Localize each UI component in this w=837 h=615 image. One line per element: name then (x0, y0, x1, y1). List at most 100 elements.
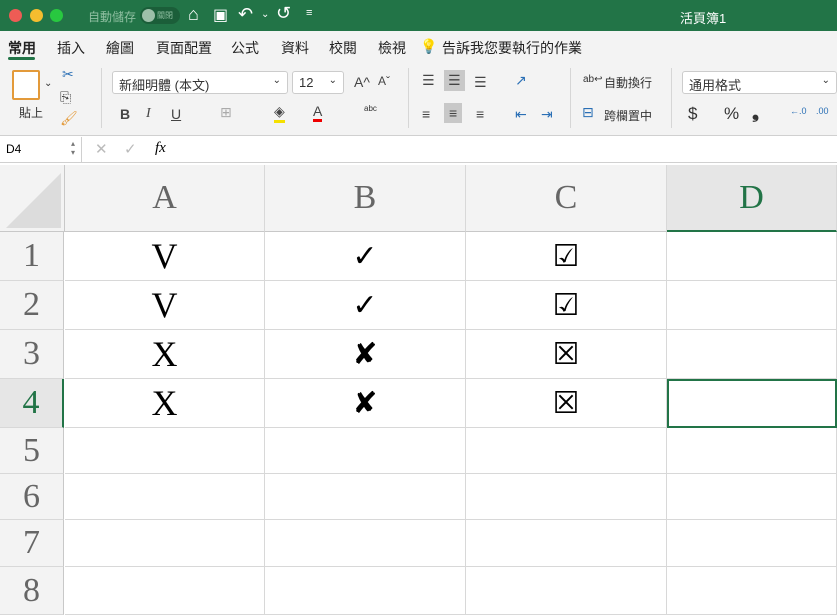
cell-a5[interactable] (65, 428, 265, 474)
copy-icon[interactable]: ⎘ (60, 89, 71, 106)
save-icon[interactable]: ▣ (213, 5, 228, 25)
tab-view[interactable]: 檢視 (378, 38, 406, 58)
align-middle-icon[interactable]: ☰ (444, 70, 465, 91)
enter-icon[interactable]: ✓ (124, 140, 137, 158)
cell-c3[interactable]: ☒ (466, 330, 667, 379)
cell-b6[interactable] (265, 474, 466, 520)
paste-label[interactable]: 貼上 (19, 104, 43, 121)
tab-insert[interactable]: 插入 (57, 38, 85, 58)
cell-d4[interactable] (667, 379, 837, 428)
align-right-icon[interactable]: ≡ (476, 106, 484, 122)
row-header-6[interactable]: 6 (0, 474, 64, 520)
font-name-select[interactable]: 新細明體 (本文) ⌄ (112, 71, 288, 94)
customize-toolbar-icon[interactable]: ≡ (306, 7, 312, 19)
cancel-icon[interactable]: ✕ (95, 140, 108, 158)
number-format-select[interactable]: 通用格式 ⌄ (682, 71, 837, 94)
column-header-d[interactable]: D (667, 165, 837, 232)
row-header-4[interactable]: 4 (0, 379, 64, 428)
font-size-select[interactable]: 12 ⌄ (292, 71, 344, 94)
cell-c2[interactable]: ☑ (466, 281, 667, 330)
row-header-7[interactable]: 7 (0, 520, 64, 567)
percent-button[interactable]: % (724, 104, 739, 124)
cell-a3[interactable]: X (65, 330, 265, 379)
zoom-window-button[interactable] (50, 9, 63, 22)
cell-a4[interactable]: X (65, 379, 265, 428)
cell-b5[interactable] (265, 428, 466, 474)
align-bottom-icon[interactable]: ☰ (474, 74, 487, 91)
cell-a6[interactable] (65, 474, 265, 520)
home-icon[interactable]: ⌂ (188, 4, 199, 25)
cell-d1[interactable] (667, 232, 837, 281)
undo-icon[interactable]: ↶ (238, 4, 253, 25)
align-left-icon[interactable]: ≡ (422, 106, 430, 122)
name-box[interactable]: D4 ▴ ▾ (0, 137, 82, 162)
bold-button[interactable]: B (120, 106, 130, 122)
align-center-icon[interactable]: ≡ (444, 103, 463, 123)
cell-b4[interactable]: ✘ (265, 379, 466, 428)
underline-button[interactable]: U (171, 106, 181, 122)
shrink-font-icon[interactable]: Aˇ (378, 74, 390, 88)
cell-b7[interactable] (265, 520, 466, 567)
wrap-text-button[interactable]: 自動換行 (604, 74, 652, 91)
italic-button[interactable]: I (146, 106, 151, 122)
row-header-2[interactable]: 2 (0, 281, 64, 330)
currency-button[interactable]: $ (688, 104, 697, 124)
borders-icon[interactable]: ⊞ (220, 104, 232, 121)
cell-c8[interactable] (466, 567, 667, 615)
column-header-a[interactable]: A (65, 165, 265, 232)
fill-color-icon[interactable]: ◈ (274, 103, 285, 123)
format-painter-icon[interactable]: 🖌 (60, 110, 78, 127)
orientation-icon[interactable]: ↗ (515, 72, 527, 89)
formula-input[interactable] (180, 140, 820, 160)
select-all-button[interactable] (0, 165, 65, 232)
column-header-b[interactable]: B (265, 165, 466, 232)
cell-c7[interactable] (466, 520, 667, 567)
cell-b8[interactable] (265, 567, 466, 615)
row-header-3[interactable]: 3 (0, 330, 64, 379)
row-header-1[interactable]: 1 (0, 232, 64, 281)
cell-a1[interactable]: V (65, 232, 265, 281)
grow-font-icon[interactable]: A^ (354, 74, 370, 90)
row-header-8[interactable]: 8 (0, 567, 64, 615)
tab-data[interactable]: 資料 (281, 38, 309, 58)
minimize-window-button[interactable] (30, 9, 43, 22)
cell-d5[interactable] (667, 428, 837, 474)
redo-icon[interactable]: ↺ (276, 3, 291, 24)
cell-c1[interactable]: ☑ (466, 232, 667, 281)
increase-decimal-icon[interactable]: ←.0 (790, 106, 807, 116)
cell-d3[interactable] (667, 330, 837, 379)
paste-dropdown-icon[interactable]: ⌄ (44, 78, 52, 89)
decrease-decimal-icon[interactable]: .00 (816, 106, 829, 116)
decrease-indent-icon[interactable]: ⇤ (515, 106, 527, 123)
autosave-toggle[interactable]: 關閉 (140, 7, 180, 24)
cell-d8[interactable] (667, 567, 837, 615)
tab-draw[interactable]: 繪圖 (106, 38, 134, 58)
cut-icon[interactable]: ✂ (62, 66, 74, 83)
cell-a2[interactable]: V (65, 281, 265, 330)
undo-dropdown-icon[interactable]: ⌄ (261, 9, 269, 20)
cell-d7[interactable] (667, 520, 837, 567)
cell-d2[interactable] (667, 281, 837, 330)
cell-a7[interactable] (65, 520, 265, 567)
cell-b1[interactable]: ✓ (265, 232, 466, 281)
merge-center-button[interactable]: 跨欄置中 (604, 107, 652, 124)
comma-button[interactable]: ❟ (752, 102, 759, 123)
phonetic-icon[interactable]: abc (364, 104, 377, 113)
align-top-icon[interactable]: ☰ (422, 72, 435, 89)
cell-a8[interactable] (65, 567, 265, 615)
cell-b2[interactable]: ✓ (265, 281, 466, 330)
paste-icon[interactable] (12, 70, 40, 100)
insert-function-button[interactable]: fx (155, 140, 166, 157)
font-color-icon[interactable]: A (313, 103, 323, 122)
cell-d6[interactable] (667, 474, 837, 520)
cell-c4[interactable]: ☒ (466, 379, 667, 428)
tab-home[interactable]: 常用 (8, 38, 36, 58)
column-header-c[interactable]: C (466, 165, 667, 232)
tab-formulas[interactable]: 公式 (231, 38, 259, 58)
tab-page-layout[interactable]: 頁面配置 (156, 38, 212, 58)
close-window-button[interactable] (9, 9, 22, 22)
row-header-5[interactable]: 5 (0, 428, 64, 474)
cell-c5[interactable] (466, 428, 667, 474)
cell-b3[interactable]: ✘ (265, 330, 466, 379)
tab-review[interactable]: 校閱 (329, 38, 357, 58)
